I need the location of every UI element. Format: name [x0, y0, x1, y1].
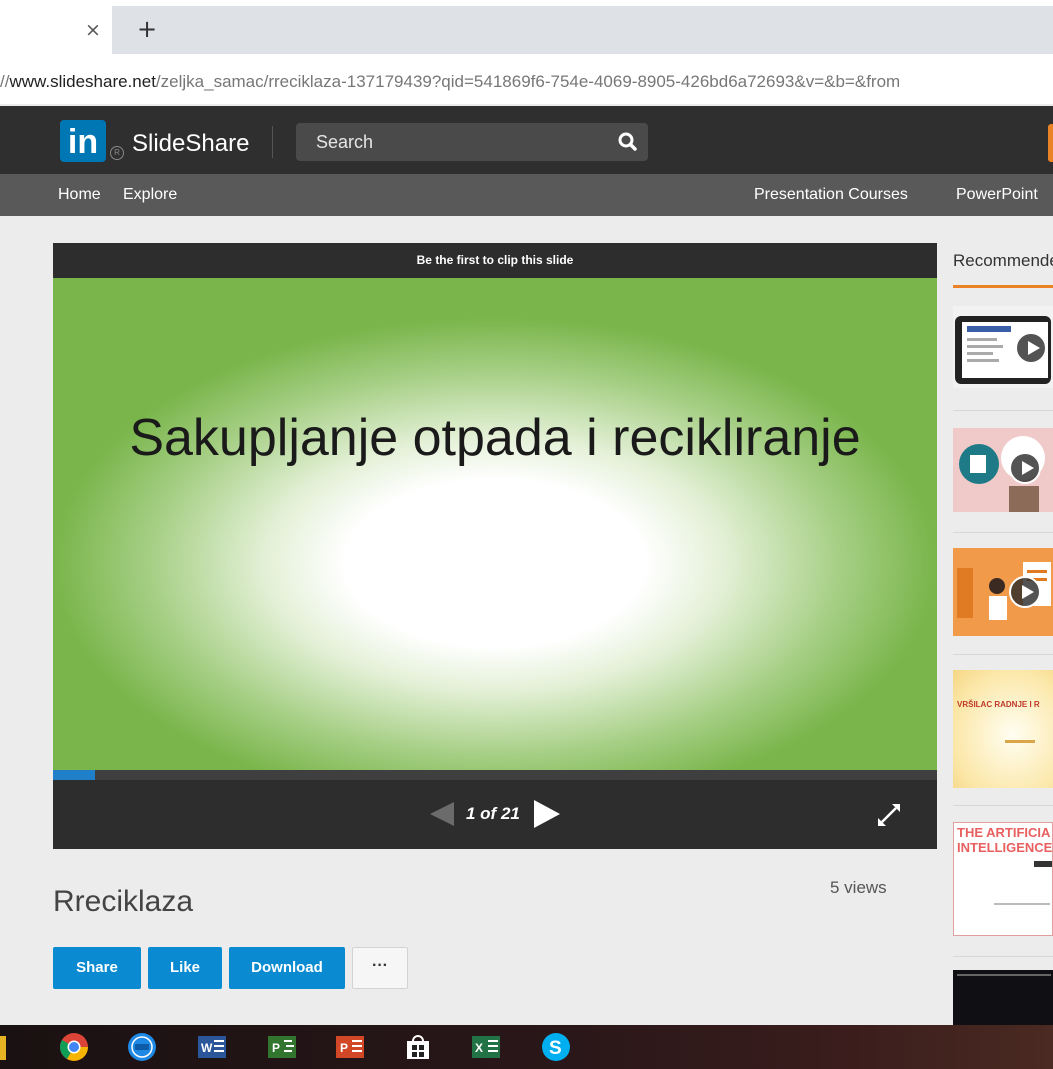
slide-canvas[interactable]	[53, 278, 937, 770]
like-button[interactable]: Like	[148, 947, 222, 989]
new-tab-button[interactable]: +	[134, 16, 160, 42]
excel-icon[interactable]: X	[470, 1031, 502, 1063]
nav-home[interactable]: Home	[58, 184, 101, 206]
url-path: /zeljka_samac/rreciklaza-137179439?qid=5…	[155, 72, 901, 91]
dark-slide-thumbnail	[957, 974, 1051, 976]
slideshare-brand[interactable]: SlideShare	[132, 127, 249, 161]
file-explorer-icon[interactable]	[0, 1036, 6, 1060]
nav-presentation-courses[interactable]: Presentation Courses	[754, 184, 908, 206]
svg-text:W: W	[201, 1041, 213, 1055]
fullscreen-icon[interactable]	[876, 802, 902, 828]
linkedin-logo[interactable]: in	[60, 120, 106, 162]
header-divider	[272, 126, 273, 158]
tab-recommended[interactable]: Recommended	[953, 245, 1053, 287]
thumbnail-logo	[1034, 861, 1052, 867]
sidebar-divider	[953, 805, 1053, 806]
play-icon	[1009, 452, 1041, 484]
svg-text:P: P	[340, 1041, 348, 1055]
download-button[interactable]: Download	[229, 947, 345, 989]
tab-strip-background	[112, 6, 1053, 54]
recommended-item[interactable]	[953, 306, 1053, 388]
slide-title: Sakupljanje otpada i recikliranje	[129, 409, 861, 467]
sidebar-divider	[953, 410, 1053, 411]
nav-powerpoint[interactable]: PowerPoint	[956, 184, 1038, 206]
skype-icon[interactable]: S	[540, 1031, 572, 1063]
thumbnail-subtitle	[1005, 740, 1035, 743]
word-icon[interactable]: W	[196, 1031, 228, 1063]
sidebar-divider	[953, 956, 1053, 957]
recommended-item[interactable]	[953, 970, 1053, 1025]
clock-icon[interactable]	[126, 1031, 158, 1063]
svg-text:P: P	[272, 1041, 280, 1055]
search-icon[interactable]	[616, 128, 640, 156]
share-button[interactable]: Share	[53, 947, 141, 989]
nav-explore[interactable]: Explore	[123, 184, 177, 206]
recommended-item[interactable]	[953, 548, 1053, 636]
clip-slide-link[interactable]: Be the first to clip this slide	[53, 243, 937, 278]
sidebar-divider	[953, 532, 1053, 533]
recommended-item[interactable]: THE ARTIFICIA INTELLIGENCE	[953, 822, 1053, 936]
more-options-button[interactable]: ···	[352, 947, 408, 989]
svg-text:S: S	[549, 1038, 562, 1059]
project-icon[interactable]: P	[266, 1031, 298, 1063]
slide-progress-track[interactable]	[53, 770, 937, 780]
view-count: 5 views	[830, 878, 887, 897]
url-text[interactable]: //www.slideshare.net/zeljka_samac/rrecik…	[0, 70, 1053, 94]
registered-mark: R	[110, 146, 124, 160]
search-placeholder: Search	[316, 132, 374, 152]
svg-text:X: X	[475, 1041, 483, 1055]
upload-button[interactable]	[1048, 124, 1053, 162]
play-icon	[1009, 576, 1041, 608]
url-domain: www.slideshare.net	[9, 72, 156, 91]
tab-active-indicator	[953, 285, 1053, 288]
document-title: Rreciklaza	[53, 885, 194, 918]
play-icon	[1015, 332, 1047, 364]
tab-close-icon[interactable]: ×	[82, 18, 104, 42]
store-icon[interactable]	[402, 1031, 434, 1063]
previous-slide-icon[interactable]	[428, 800, 456, 828]
page-counter: 1 of 21	[466, 804, 520, 823]
sidebar-divider	[953, 654, 1053, 655]
recommended-item[interactable]: VRŠILAC RADNJE I R	[953, 670, 1053, 788]
slide-progress-fill	[53, 770, 95, 780]
thumbnail-title: THE ARTIFICIA INTELLIGENCE	[957, 825, 1053, 855]
chrome-icon[interactable]	[58, 1031, 90, 1063]
thumbnail-line	[994, 903, 1050, 905]
recommended-item[interactable]	[953, 428, 1053, 512]
next-slide-icon[interactable]	[532, 798, 562, 830]
thumbnail-title: VRŠILAC RADNJE I R	[957, 700, 1040, 709]
powerpoint-icon[interactable]: P	[334, 1031, 366, 1063]
